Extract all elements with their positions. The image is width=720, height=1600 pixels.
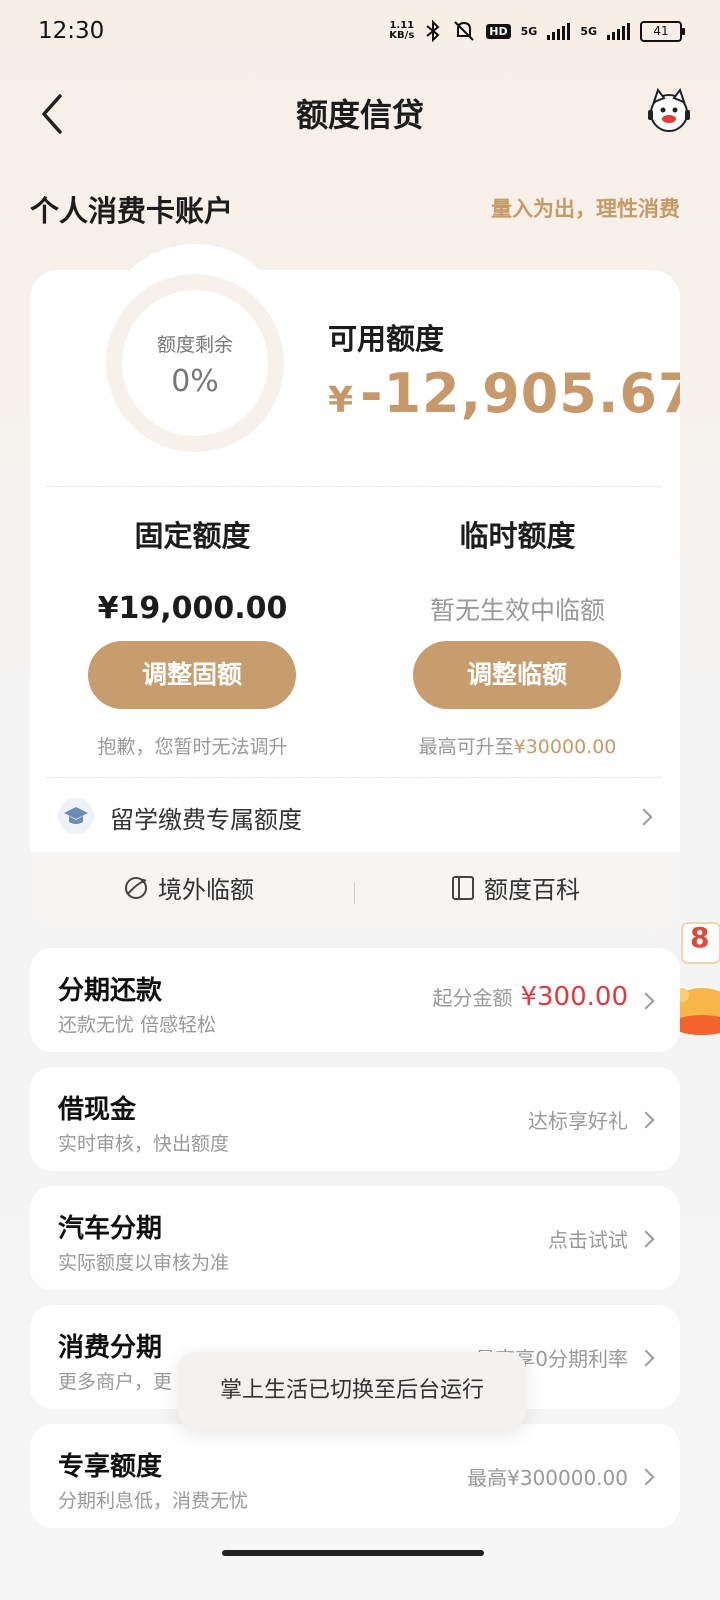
status-time: 12:30 [38, 18, 105, 44]
study-abroad-label: 留学缴费专属额度 [110, 806, 302, 834]
study-abroad-credit-row[interactable]: 留学缴费专属额度 [30, 780, 680, 852]
row-subtitle: 还款无忧 倍感轻松 [58, 1014, 217, 1036]
overseas-temp-credit-link[interactable]: 境外临额 [122, 870, 254, 905]
adjust-fixed-button[interactable]: 调整固额 [88, 641, 296, 709]
status-bar: 12:30 1.11 KB/s HD 5G 5G 41 [0, 0, 720, 66]
divider [46, 486, 660, 487]
overseas-icon [125, 876, 147, 899]
background-run-toast: 掌上生活已切换至后台运行 [178, 1352, 526, 1430]
mute-icon [454, 21, 474, 41]
bluetooth-icon [426, 20, 440, 42]
row-right-text: 达标享好礼 [528, 1109, 628, 1133]
promo-badge-number: 8 [690, 921, 710, 954]
temp-credit-status: 暂无生效中临额 [429, 596, 605, 625]
chevron-right-icon [637, 1111, 655, 1129]
row-right-text: 最高¥300000.00 [467, 1466, 628, 1490]
installment-repayment-row[interactable]: 分期还款 还款无忧 倍感轻松 起分金额 ¥300.00 [30, 948, 680, 1052]
chevron-right-icon [637, 1230, 655, 1248]
row-title: 专享额度 [58, 1452, 163, 1482]
page-title: 额度信贷 [295, 96, 424, 134]
signal-5g-label-2: 5G [580, 24, 597, 38]
credit-card-panel: 额度剩余 0% 可用额度 ¥ -12,905.67 固定额度 ¥19,000.00… [30, 270, 680, 930]
fixed-credit-note: 抱歉，您暂时无法调升 [97, 736, 288, 758]
chevron-right-icon [635, 808, 653, 826]
chevron-right-icon [637, 1468, 655, 1486]
ring-label: 额度剩余 [156, 334, 233, 356]
chevron-right-icon [637, 992, 655, 1010]
home-indicator[interactable] [222, 1550, 484, 1556]
exclusive-credit-row[interactable]: 专享额度 分期利息低，消费无忧 最高¥300000.00 [30, 1424, 680, 1528]
row-right-text: 点击试试 [548, 1228, 628, 1252]
adjust-temp-button[interactable]: 调整临额 [413, 641, 621, 709]
row-title: 分期还款 [58, 976, 163, 1006]
row-subtitle: 分期利息低，消费无忧 [58, 1490, 249, 1512]
account-slogan: 量入为出，理性消费 [491, 197, 680, 221]
signal-icon [547, 22, 571, 40]
nav-bar: 额度信贷 [0, 76, 720, 152]
link-separator [354, 882, 355, 904]
row-subtitle: 实时审核，快出额度 [58, 1133, 230, 1155]
battery-icon: 41 [640, 20, 685, 42]
network-speed: 1.11 KB/s [389, 20, 415, 41]
available-credit-label: 可用额度 [328, 322, 445, 356]
status-icons: 1.11 KB/s HD 5G 5G 41 [389, 20, 685, 42]
available-credit-value: ¥ -12,905.67 [328, 362, 680, 425]
temp-credit-title: 临时额度 [459, 519, 576, 553]
customer-service-mascot-icon[interactable] [646, 88, 692, 134]
signal-5g-label: 5G [520, 24, 538, 38]
account-title: 个人消费卡账户 [30, 194, 234, 228]
row-subtitle: 更多商户，更 [58, 1371, 173, 1393]
signal-icon-2 [607, 22, 630, 40]
graduation-cap-icon [58, 798, 94, 834]
ring-value: 0% [171, 364, 219, 399]
row-title: 汽车分期 [58, 1214, 163, 1244]
row-right-text: 起分金额 ¥300.00 [432, 982, 628, 1012]
row-title: 消费分期 [58, 1333, 163, 1363]
credit-encyclopedia-link[interactable]: 额度百科 [450, 870, 580, 905]
currency-symbol: ¥ [328, 380, 355, 421]
available-amount: -12,905.67 [360, 362, 680, 425]
divider [46, 777, 660, 778]
temp-credit-note: 最高可升至¥30000.00 [418, 736, 617, 758]
row-title: 借现金 [58, 1095, 137, 1125]
car-installment-row[interactable]: 汽车分期 实际额度以审核为准 点击试试 [30, 1186, 680, 1290]
fixed-credit-title: 固定额度 [134, 519, 251, 553]
book-icon [452, 875, 474, 900]
cash-loan-row[interactable]: 借现金 实时审核，快出额度 达标享好礼 [30, 1067, 680, 1171]
fixed-credit-column: 固定额度 ¥19,000.00 [30, 513, 355, 626]
remaining-ring [106, 274, 284, 452]
hd-icon: HD [486, 23, 511, 39]
temp-credit-column: 临时额度 暂无生效中临额 [355, 513, 680, 627]
row-subtitle: 实际额度以审核为准 [58, 1252, 230, 1274]
chevron-right-icon [637, 1349, 655, 1367]
fixed-credit-amount: ¥19,000.00 [97, 591, 288, 626]
